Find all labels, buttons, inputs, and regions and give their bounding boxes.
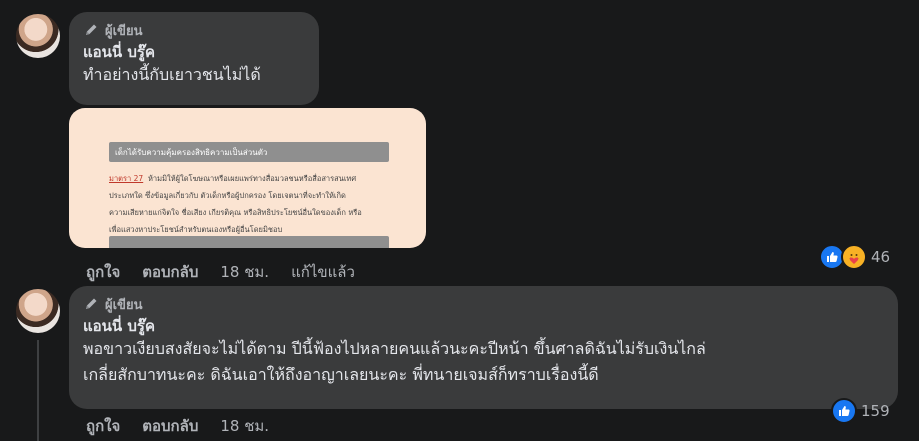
reply-button[interactable]: ตอบกลับ (142, 260, 198, 284)
comment-actions: ถูกใจ ตอบกลับ 18 ชม. แก้ไขแล้ว (86, 260, 355, 284)
like-button[interactable]: ถูกใจ (86, 260, 120, 284)
reaction-count: 159 (861, 402, 890, 420)
reaction-summary[interactable]: 159 (831, 398, 890, 424)
document-header: เด็กได้รับความคุ้มครองสิทธิความเป็นส่วนต… (109, 142, 389, 162)
comment-text-line: พอขาวเงียบสงสัยจะไม่ได้ตาม ปีนี้ฟ้องไปหล… (83, 339, 706, 358)
comment-text-line: เกลี่ยสักบาทนะคะ ดิฉันเอาให้ถึงอาญาเลยนะ… (83, 365, 599, 384)
document-line: ความเสียหายแก่จิตใจ ชื่อเสียง เกียรติคุณ… (109, 208, 362, 217)
reply-button[interactable]: ตอบกลับ (142, 414, 198, 438)
author-avatar[interactable] (16, 289, 60, 333)
comment-text: ทำอย่างนี้กับเยาวชนไม่ได้ (83, 65, 261, 84)
timestamp[interactable]: 18 ชม. (220, 414, 269, 438)
document-line: ห้ามมิให้ผู้ใดโฆษณาหรือเผยแพร่ทางสื่อมวล… (147, 174, 357, 183)
reaction-summary[interactable]: 46 (819, 244, 890, 270)
comment-bubble: ผู้เขียน แอนนี่ บรู๊ค พอขาวเงียบสงสัยจะไ… (69, 286, 898, 409)
document-article: มาตรา 27 (109, 174, 144, 183)
comment-actions: ถูกใจ ตอบกลับ 18 ชม. (86, 414, 269, 438)
like-button[interactable]: ถูกใจ (86, 414, 120, 438)
author-badge: ผู้เขียน (83, 20, 305, 40)
author-badge-label: ผู้เขียน (105, 297, 143, 313)
attached-image[interactable]: เด็กได้รับความคุ้มครองสิทธิความเป็นส่วนต… (69, 108, 426, 248)
care-reaction-icon (841, 244, 867, 270)
author-badge-label: ผู้เขียน (105, 23, 143, 39)
comment-bubble: ผู้เขียน แอนนี่ บรู๊ค ทำอย่างนี้กับเยาวช… (69, 12, 319, 105)
like-reaction-icon (831, 398, 857, 424)
reaction-count: 46 (871, 248, 891, 266)
author-badge: ผู้เขียน (83, 294, 884, 314)
pen-icon (86, 298, 97, 309)
author-name[interactable]: แอนนี่ บรู๊ค (83, 316, 884, 336)
document-footer-bar (109, 236, 389, 248)
timestamp[interactable]: 18 ชม. (220, 260, 269, 284)
document-line: ประเภทใด ซึ่งข้อมูลเกี่ยวกับ ตัวเด็กหรือ… (109, 191, 346, 200)
edited-label[interactable]: แก้ไขแล้ว (291, 260, 355, 284)
author-avatar[interactable] (16, 14, 60, 58)
thread-line (37, 340, 39, 441)
document-body: มาตรา 27 ห้ามมิให้ผู้ใดโฆษณาหรือเผยแพร่ท… (109, 170, 389, 238)
author-name[interactable]: แอนนี่ บรู๊ค (83, 42, 305, 62)
pen-icon (86, 24, 97, 35)
